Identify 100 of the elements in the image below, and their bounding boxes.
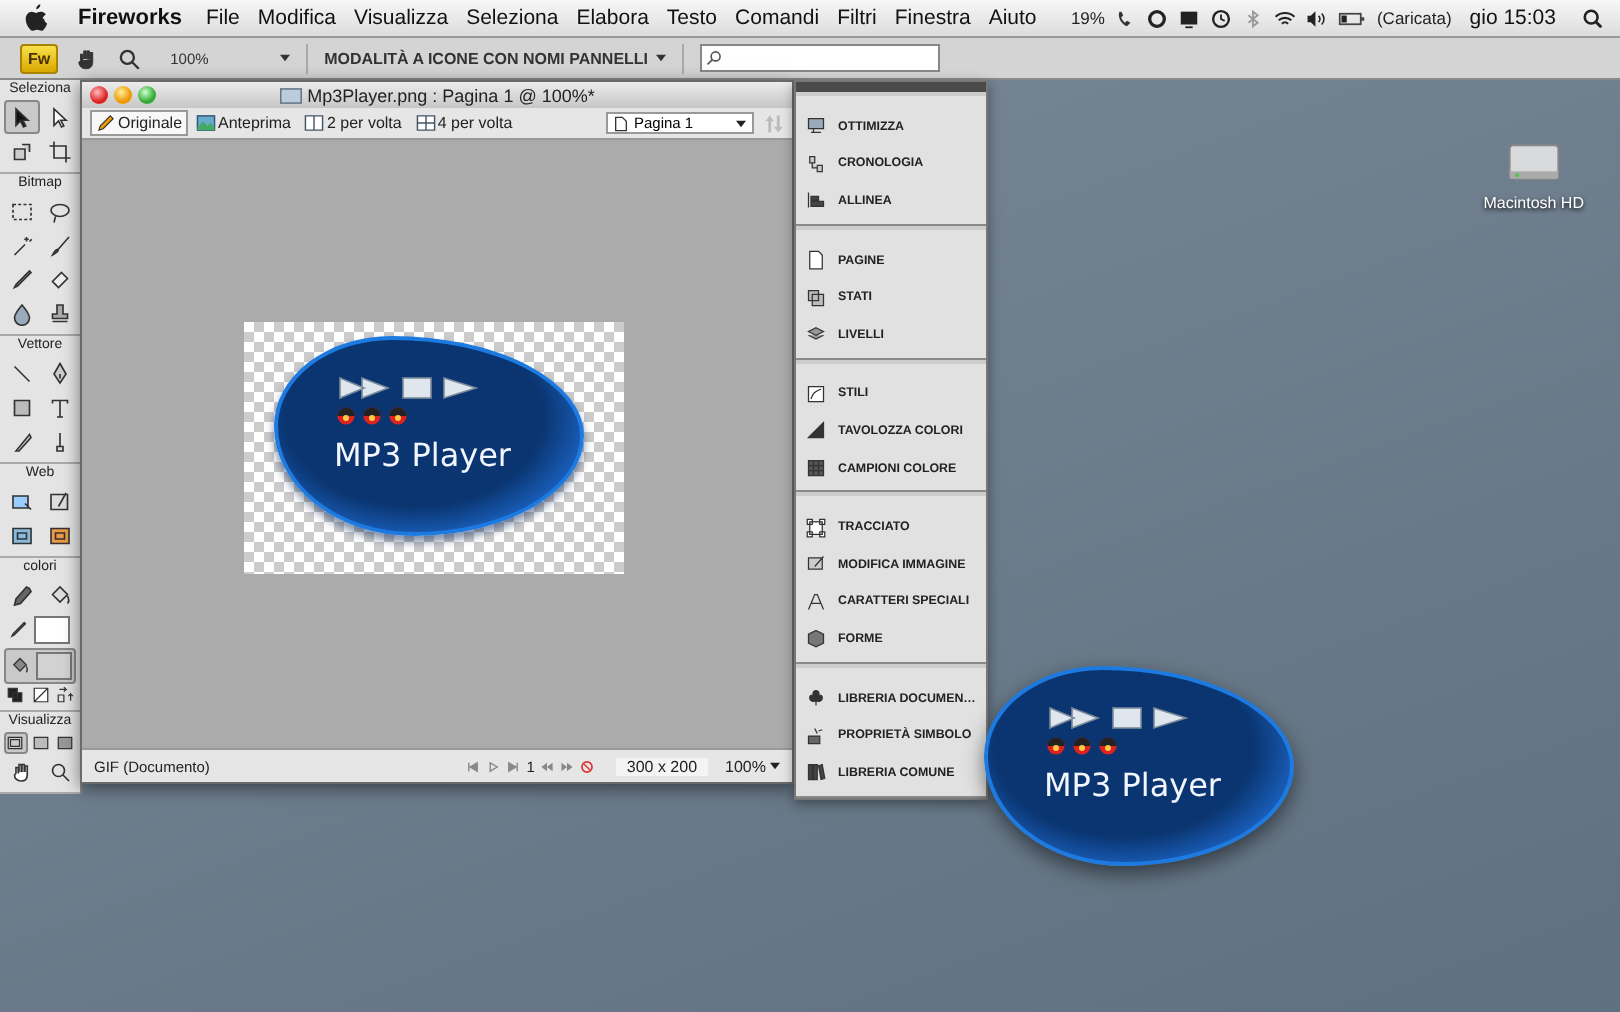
menu-item[interactable]: File	[205, 6, 240, 30]
styles-icon	[806, 383, 826, 404]
pointer-icon	[10, 105, 34, 129]
sync-icon[interactable]	[1146, 7, 1169, 29]
cube-icon	[806, 628, 826, 649]
search-icon[interactable]	[1582, 7, 1604, 29]
history-icon	[806, 153, 826, 174]
page-icon	[806, 250, 826, 271]
stop-icon[interactable]	[580, 759, 595, 773]
page-icon	[614, 115, 628, 131]
workspace-switcher[interactable]: MODALITÀ A ICONE CON NOMI PANNELLI	[324, 49, 667, 67]
stop-icon	[400, 376, 434, 400]
zoom-icon	[48, 759, 72, 783]
image-file-icon	[279, 87, 302, 103]
app-badge: Fw	[20, 43, 59, 73]
eraser-icon	[48, 267, 72, 291]
grid-icon	[806, 458, 826, 479]
monitor-icon	[806, 116, 826, 137]
subselect-icon	[48, 105, 72, 129]
image-icon	[196, 114, 217, 132]
swap-colors-button[interactable]	[53, 684, 77, 706]
no-color-icon	[31, 686, 49, 704]
knife-icon	[10, 429, 34, 453]
menu-item[interactable]: Filtri	[837, 6, 877, 30]
play-icon	[1150, 706, 1190, 730]
play-icon	[440, 376, 480, 400]
pencil-image-icon	[806, 554, 826, 575]
glyph-icon	[806, 591, 826, 612]
two-panes-icon	[304, 114, 325, 132]
stamp-icon	[48, 301, 72, 325]
scale-icon	[10, 139, 34, 163]
line-icon	[10, 361, 34, 385]
books-icon	[806, 762, 826, 783]
menu-item[interactable]: Elabora	[576, 6, 649, 30]
stop-icon	[1110, 706, 1144, 730]
pencil-icon	[96, 114, 116, 132]
fast-forward-icon	[1044, 706, 1104, 730]
search-field[interactable]	[700, 44, 941, 72]
view-tab[interactable]: Anteprima	[190, 110, 297, 136]
crop-icon	[48, 139, 72, 163]
slice-icon	[48, 489, 72, 513]
menu-item[interactable]: Testo	[666, 6, 718, 30]
close-button[interactable]	[90, 86, 108, 104]
eyedropper-icon	[10, 583, 34, 607]
screen-mode-button[interactable]	[3, 732, 27, 754]
drive-label[interactable]: Macintosh HD	[1483, 194, 1584, 212]
zoom-icon[interactable]	[116, 45, 143, 71]
blur-icon	[10, 301, 34, 325]
view-tab[interactable]: Originale	[90, 110, 189, 136]
view-tab[interactable]: 2 per volta	[298, 110, 408, 136]
play-icon[interactable]	[486, 759, 501, 773]
display-icon[interactable]	[1178, 7, 1201, 29]
lasso-icon	[48, 199, 72, 223]
menu-item[interactable]: Finestra	[894, 6, 971, 30]
clock-icon[interactable]	[1210, 7, 1233, 29]
pen-icon	[48, 361, 72, 385]
stroke-color-swatch[interactable]	[4, 612, 76, 648]
pencil-icon	[10, 267, 34, 291]
menu-item[interactable]: Seleziona	[466, 6, 559, 30]
app-menu[interactable]: Fireworks	[78, 6, 182, 30]
wifi-icon[interactable]	[1274, 7, 1297, 29]
last-frame-icon[interactable]	[506, 759, 521, 773]
swap-colors-icon	[56, 686, 74, 704]
battery-icon[interactable]	[1338, 7, 1367, 29]
window-title: Mp3Player.png : Pagina 1 @ 100%*	[307, 85, 595, 105]
menu-item[interactable]: Aiuto	[988, 6, 1037, 30]
caret-icon	[770, 762, 780, 770]
gradient-triangle-icon	[806, 420, 826, 441]
bucket-icon	[48, 583, 72, 607]
fast-forward-icon	[334, 376, 394, 400]
club-icon	[806, 688, 826, 709]
screen-mode-button[interactable]	[28, 732, 52, 754]
color-chip	[36, 652, 72, 680]
four-panes-icon	[415, 114, 436, 132]
apple-icon[interactable]	[24, 4, 48, 32]
volume-icon[interactable]	[1306, 7, 1329, 29]
search-icon	[706, 50, 723, 66]
zoom-dropdown[interactable]: 100%	[725, 757, 780, 775]
next-frame-icon[interactable]	[560, 759, 575, 773]
menu-clock[interactable]: gio 15:03	[1469, 6, 1556, 30]
layers-icon	[806, 324, 826, 345]
hand-icon	[10, 759, 34, 783]
magic-wand-icon	[10, 233, 34, 257]
states-icon	[806, 287, 826, 308]
menu-item[interactable]: Comandi	[735, 6, 820, 30]
default-colors-button[interactable]	[3, 684, 27, 706]
color-chip	[34, 616, 70, 644]
previous-frame-icon[interactable]	[540, 759, 555, 773]
first-frame-icon[interactable]	[466, 759, 481, 773]
menu-item[interactable]: Modifica	[257, 6, 336, 30]
fill-color-swatch[interactable]	[4, 648, 76, 684]
marquee-icon	[10, 199, 34, 223]
no-color-button[interactable]	[28, 684, 52, 706]
screen-mode-button[interactable]	[53, 732, 77, 754]
player-label: MP3 Player	[334, 436, 514, 476]
default-colors-icon	[6, 686, 24, 704]
view-tab[interactable]: 4 per volta	[409, 110, 519, 136]
menu-item[interactable]: Visualizza	[354, 6, 449, 30]
text-icon	[48, 395, 72, 419]
pointer-tool[interactable]	[4, 100, 40, 134]
